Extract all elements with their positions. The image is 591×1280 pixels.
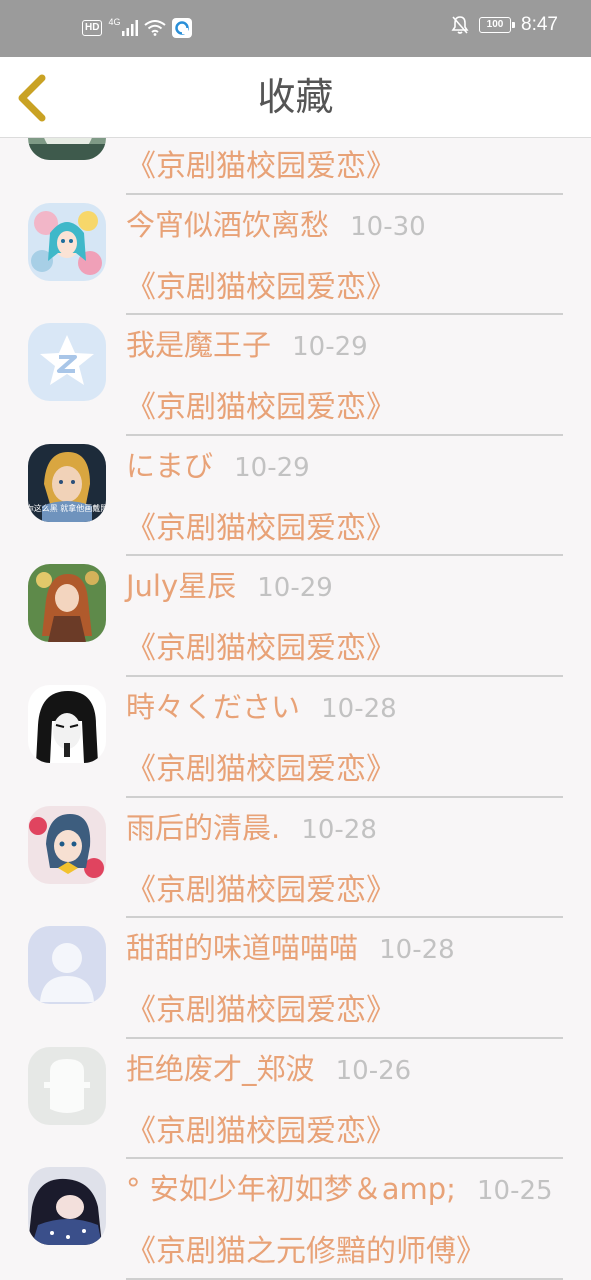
favorite-item[interactable]: 看你这么黑 就拿他画戴照啊 にまび 10-29 《京剧猫校园爱恋》 (0, 436, 591, 557)
favorite-item[interactable]: 我是魔王子 10-29 《京剧猫校园爱恋》 (0, 315, 591, 436)
status-bar: HD 4G 100 8:47 (0, 0, 591, 57)
favorite-header: 雨后的清晨. 10-28 (126, 808, 581, 853)
user-avatar[interactable] (28, 564, 106, 643)
username[interactable]: 拒绝废才_郑波 (126, 1052, 315, 1086)
user-avatar[interactable] (28, 323, 106, 402)
status-time: 8:47 (521, 14, 558, 35)
post-title[interactable]: 《京剧猫校园爱恋》 (126, 1112, 396, 1152)
user-avatar[interactable] (28, 202, 106, 281)
post-date: 10-28 (379, 935, 455, 966)
favorite-header: ° 安如少年初如梦＆amp; 10-25 (126, 1169, 581, 1214)
post-date: 10-29 (234, 452, 310, 483)
favorite-item[interactable]: 《京剧猫校园爱恋》 (0, 137, 591, 195)
hd-icon: HD (82, 20, 103, 36)
username[interactable]: 今宵似酒饮离愁 (126, 208, 329, 242)
post-date: 10-25 (477, 1176, 553, 1207)
user-avatar[interactable]: 看你这么黑 就拿他画戴照啊 (28, 443, 106, 522)
network-type-label: 4G (108, 17, 121, 27)
favorites-list[interactable]: 《京剧猫校园爱恋》 今宵似酒饮离愁 10-30 《京剧猫校园爱恋》 我是魔王子 … (0, 137, 591, 1280)
wifi-icon (144, 20, 167, 36)
favorite-header: 時々ください 10-28 (126, 687, 581, 732)
post-title[interactable]: 《京剧猫校园爱恋》 (126, 871, 396, 911)
top-app-bar: 收藏 (0, 57, 591, 138)
favorite-item[interactable]: 時々ください 10-28 《京剧猫校园爱恋》 (0, 677, 591, 798)
status-right-icons: 100 8:47 (451, 14, 558, 36)
user-avatar[interactable] (28, 137, 106, 160)
post-title[interactable]: 《京剧猫校园爱恋》 (126, 750, 396, 790)
post-title[interactable]: 《京剧猫校园爱恋》 (126, 268, 396, 308)
username[interactable]: 雨后的清晨. (126, 811, 280, 845)
app-notification-icon (172, 18, 193, 38)
username[interactable]: にまび (126, 449, 213, 483)
post-date: 10-29 (257, 573, 333, 604)
username[interactable]: 我是魔王子 (126, 328, 271, 362)
signal-icon (122, 20, 139, 36)
post-title[interactable]: 《京剧猫校园爱恋》 (126, 509, 396, 549)
user-avatar[interactable] (28, 1167, 106, 1246)
post-title[interactable]: 《京剧猫校园爱恋》 (126, 147, 396, 187)
favorite-item[interactable]: 今宵似酒饮离愁 10-30 《京剧猫校园爱恋》 (0, 195, 591, 316)
post-date: 10-28 (301, 814, 377, 845)
username[interactable]: July星辰 (126, 569, 236, 603)
status-left-icons: HD 4G (82, 17, 193, 38)
username[interactable]: 時々ください (126, 690, 300, 724)
favorite-header: 我是魔王子 10-29 (126, 325, 581, 370)
favorite-header: にまび 10-29 (126, 446, 581, 491)
user-avatar[interactable] (28, 684, 106, 763)
favorite-item[interactable]: ° 安如少年初如梦＆amp; 10-25 《京剧猫之元修黯的师傅》 (0, 1159, 591, 1280)
favorite-header: 甜甜的味道喵喵喵 10-28 (126, 928, 581, 973)
user-avatar[interactable] (28, 805, 106, 884)
mute-notification-icon (451, 16, 469, 34)
post-date: 10-28 (321, 693, 397, 724)
user-avatar[interactable] (28, 1046, 106, 1125)
username[interactable]: 甜甜的味道喵喵喵 (126, 931, 358, 965)
post-title[interactable]: 《京剧猫校园爱恋》 (126, 388, 396, 428)
favorite-item[interactable]: 甜甜的味道喵喵喵 10-28 《京剧猫校园爱恋》 (0, 918, 591, 1039)
favorite-header: 拒绝废才_郑波 10-26 (126, 1049, 581, 1094)
username[interactable]: ° 安如少年初如梦＆amp; (126, 1172, 456, 1206)
battery-icon: 100 (479, 17, 516, 33)
post-date: 10-30 (350, 211, 426, 242)
post-date: 10-29 (292, 332, 368, 363)
favorite-item[interactable]: 雨后的清晨. 10-28 《京剧猫校园爱恋》 (0, 798, 591, 919)
favorite-item[interactable]: 拒绝废才_郑波 10-26 《京剧猫校园爱恋》 (0, 1039, 591, 1160)
avatar-caption: 看你这么黑 就拿他画戴照啊 (28, 503, 106, 513)
post-title[interactable]: 《京剧猫校园爱恋》 (126, 629, 396, 669)
page-title: 收藏 (257, 75, 334, 119)
post-title[interactable]: 《京剧猫之元修黯的师傅》 (126, 1232, 486, 1272)
user-avatar[interactable] (28, 926, 106, 1005)
post-title[interactable]: 《京剧猫校园爱恋》 (126, 991, 396, 1031)
favorite-header: 今宵似酒饮离愁 10-30 (126, 205, 581, 250)
favorite-header: July星辰 10-29 (126, 566, 581, 611)
post-date: 10-26 (335, 1055, 412, 1086)
favorite-item[interactable]: July星辰 10-29 《京剧猫校园爱恋》 (0, 556, 591, 677)
